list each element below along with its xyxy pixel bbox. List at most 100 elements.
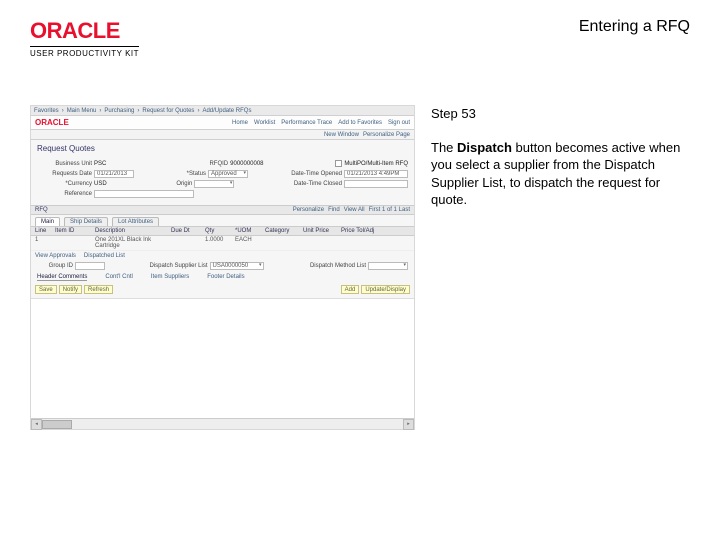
inp-dt-opened[interactable]: 01/21/2013 4:49PM <box>344 170 408 178</box>
col-qty: Qty <box>205 228 229 234</box>
add-button[interactable]: Add <box>341 285 360 294</box>
scroll-right-icon[interactable]: ▸ <box>403 419 414 430</box>
form-area: Business Unit PSC RFQID 9000000008 Multi… <box>31 157 414 205</box>
val-currency: USD <box>94 181 107 187</box>
personalize-page-link[interactable]: Personalize Page <box>363 132 410 138</box>
sel-status[interactable]: Approved <box>208 170 248 178</box>
sel-origin[interactable] <box>194 180 234 188</box>
dispatch-bold: Dispatch <box>457 140 512 155</box>
inp-group-id[interactable] <box>75 262 105 270</box>
col-uom: *UOM <box>235 228 259 234</box>
lbl-reference: Reference <box>37 191 92 197</box>
nav-worklist[interactable]: Worklist <box>254 120 275 126</box>
nav-add-fav[interactable]: Add to Favorites <box>338 120 382 126</box>
app-brand-logo: ORACLE <box>35 118 69 127</box>
tab-contl-cntl[interactable]: Cont'l Cntl <box>105 274 133 281</box>
grid-title: RFQ <box>35 207 48 213</box>
cell-category[interactable] <box>265 237 297 249</box>
breadcrumb: Favorites› Main Menu› Purchasing› Reques… <box>31 106 414 116</box>
lbl-business-unit: Business Unit <box>37 161 92 167</box>
bc-item[interactable]: Main Menu <box>67 108 97 114</box>
bc-item[interactable]: Add/Update RFQs <box>202 108 251 114</box>
scroll-left-icon[interactable]: ◂ <box>31 419 42 430</box>
scroll-thumb[interactable] <box>42 420 72 429</box>
section-title: Request Quotes <box>31 140 414 157</box>
col-unit-price: Unit Price <box>303 228 335 234</box>
save-button[interactable]: Save <box>35 285 57 294</box>
col-line: Line <box>35 228 49 234</box>
notify-button[interactable]: Notify <box>59 285 82 294</box>
lbl-dt-closed: Date-Time Closed <box>270 181 342 187</box>
inp-dt-closed[interactable] <box>344 180 408 188</box>
instruction-panel: Step 53 The Dispatch button becomes acti… <box>431 105 690 430</box>
cell-uom[interactable]: EACH <box>235 237 259 249</box>
tab-main[interactable]: Main <box>35 217 60 226</box>
view-all-link[interactable]: View All <box>344 207 365 213</box>
scroll-track[interactable] <box>42 419 403 430</box>
tab-item-suppliers[interactable]: Item Suppliers <box>151 274 189 281</box>
cell-qty[interactable]: 1.0000 <box>205 237 229 249</box>
logo-block: ORACLE USER PRODUCTIVITY KIT <box>30 18 139 58</box>
lbl-request-date: Requests Date <box>37 171 92 177</box>
cell-line: 1 <box>35 237 49 249</box>
grid-counter: First 1 of 1 Last <box>369 207 410 213</box>
sel-dispatch-method[interactable] <box>368 262 408 270</box>
page-title: Entering a RFQ <box>579 18 690 36</box>
cell-description[interactable]: One 201XL Black Ink Cartridge <box>95 237 165 249</box>
lbl-multi-po: MultiPO/Multi-Item RFQ <box>344 161 408 167</box>
cell-item-id[interactable] <box>55 237 89 249</box>
mid-links: View Approvals Dispatched List <box>31 251 414 261</box>
bc-item[interactable]: Favorites <box>34 108 59 114</box>
bc-item[interactable]: Request for Quotes <box>142 108 194 114</box>
screenshot-panel: Favorites› Main Menu› Purchasing› Reques… <box>30 105 415 430</box>
dispatched-list-link[interactable]: Dispatched List <box>84 253 125 259</box>
footer-tabs: Header Comments Cont'l Cntl Item Supplie… <box>31 271 414 281</box>
col-price-tol: Price Tol/Adj <box>341 228 410 234</box>
cell-unit-price[interactable] <box>303 237 335 249</box>
grid-tabs: Main Ship Details Lot Attributes <box>31 215 414 226</box>
logo-subtitle: USER PRODUCTIVITY KIT <box>30 46 139 58</box>
nav-home[interactable]: Home <box>232 120 248 126</box>
bc-item[interactable]: Purchasing <box>104 108 134 114</box>
tab-lot-attributes[interactable]: Lot Attributes <box>112 217 159 226</box>
inp-reference[interactable] <box>94 190 194 198</box>
bottom-buttons: Save Notify Refresh Add Update/Display <box>31 281 414 298</box>
cell-price-tol[interactable] <box>341 237 410 249</box>
new-window-link[interactable]: New Window <box>324 132 359 138</box>
sub-bar: New Window Personalize Page <box>31 130 414 140</box>
table-row[interactable]: 1 One 201XL Black Ink Cartridge 1.0000 E… <box>31 236 414 251</box>
nav-perf-trace[interactable]: Performance Trace <box>281 120 332 126</box>
lbl-group-id: Group ID <box>37 263 73 269</box>
update-display-button[interactable]: Update/Display <box>361 285 410 294</box>
nav-sign-out[interactable]: Sign out <box>388 120 410 126</box>
oracle-logo: ORACLE <box>30 18 139 44</box>
tab-ship-details[interactable]: Ship Details <box>64 217 108 226</box>
view-approvals-link[interactable]: View Approvals <box>35 253 76 259</box>
cell-due-dt[interactable] <box>171 237 199 249</box>
col-due-dt: Due Dt <box>171 228 199 234</box>
find-link[interactable]: Find <box>328 207 340 213</box>
step-label: Step 53 <box>431 105 690 123</box>
lbl-dt-opened: Date-Time Opened <box>270 171 342 177</box>
col-description: Description <box>95 228 165 234</box>
inp-request-date[interactable]: 01/21/2013 <box>94 170 134 178</box>
col-item-id: Item ID <box>55 228 89 234</box>
app-screenshot: Favorites› Main Menu› Purchasing› Reques… <box>30 105 415 430</box>
lbl-currency: *Currency <box>37 181 92 187</box>
lbl-status: *Status <box>156 171 206 177</box>
tab-footer-details[interactable]: Footer Details <box>207 274 244 281</box>
col-category: Category <box>265 228 297 234</box>
step-body: The Dispatch button becomes active when … <box>431 139 690 209</box>
sel-dispatch-supplier[interactable]: USA0000050 <box>210 262 264 270</box>
val-business-unit: PSC <box>94 161 106 167</box>
val-rfqid: 9000000008 <box>230 161 263 167</box>
chk-multi-po[interactable] <box>335 160 342 167</box>
horizontal-scrollbar[interactable]: ◂ ▸ <box>31 418 414 429</box>
grid-header: Line Item ID Description Due Dt Qty *UOM… <box>31 226 414 236</box>
grid-toolbar: RFQ Personalize Find View All First 1 of… <box>31 205 414 215</box>
lbl-origin: Origin <box>142 181 192 187</box>
refresh-button[interactable]: Refresh <box>84 285 113 294</box>
tab-header-comments[interactable]: Header Comments <box>37 274 87 281</box>
personalize-link[interactable]: Personalize <box>293 207 324 213</box>
lbl-dispatch-supplier: Dispatch Supplier List <box>130 263 208 269</box>
